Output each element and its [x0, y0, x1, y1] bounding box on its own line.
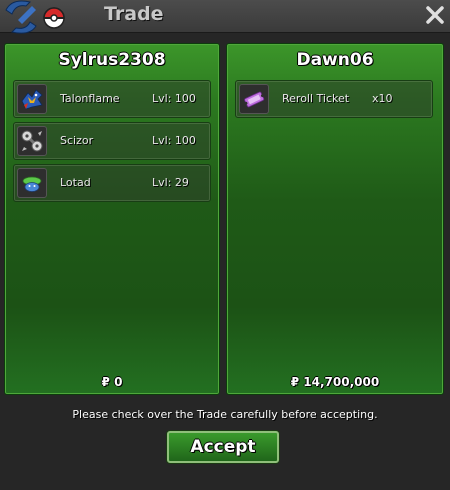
- scizor-sprite-icon: [17, 126, 47, 156]
- my-offer-panel: Sylrus2308 Talonflame Lvl: 100 Scizor Lv…: [4, 43, 220, 395]
- trade-item-row[interactable]: Lotad Lvl: 29: [13, 164, 211, 202]
- trade-item-name: Talonflame: [60, 92, 120, 105]
- trade-item-level: Lvl: 100: [152, 134, 196, 147]
- partner-offer-panel: Dawn06 Reroll Ticket x10 ₽ 14,700,000: [226, 43, 444, 395]
- trade-window: Trade Sylrus2308 Talonflame Lvl: 100 Sci…: [0, 0, 450, 490]
- talonflame-sprite-icon: [17, 84, 47, 114]
- trade-item-name: Lotad: [60, 176, 91, 189]
- trade-item-level: Lvl: 100: [152, 92, 196, 105]
- window-title: Trade: [104, 3, 164, 25]
- trade-item-quantity: x10: [372, 92, 393, 105]
- close-icon[interactable]: [424, 4, 446, 26]
- title-bar: Trade: [0, 0, 450, 34]
- trade-notice: Please check over the Trade carefully be…: [72, 408, 378, 421]
- my-money-offer: ₽ 0: [101, 375, 123, 389]
- trade-logo-icon: [5, 0, 65, 34]
- lotad-sprite-icon: [17, 168, 47, 198]
- trade-item-row[interactable]: Scizor Lvl: 100: [13, 122, 211, 160]
- trade-item-row[interactable]: Talonflame Lvl: 100: [13, 80, 211, 118]
- accept-button[interactable]: Accept: [167, 431, 279, 463]
- trade-item-row[interactable]: Reroll Ticket x10: [235, 80, 433, 118]
- reroll-ticket-icon: [239, 84, 269, 114]
- trade-item-name: Reroll Ticket: [282, 92, 350, 105]
- partner-money-offer: ₽ 14,700,000: [290, 375, 380, 389]
- trade-item-name: Scizor: [60, 134, 94, 147]
- partner-username: Dawn06: [296, 50, 374, 70]
- my-username: Sylrus2308: [58, 50, 166, 70]
- trade-item-level: Lvl: 29: [152, 176, 189, 189]
